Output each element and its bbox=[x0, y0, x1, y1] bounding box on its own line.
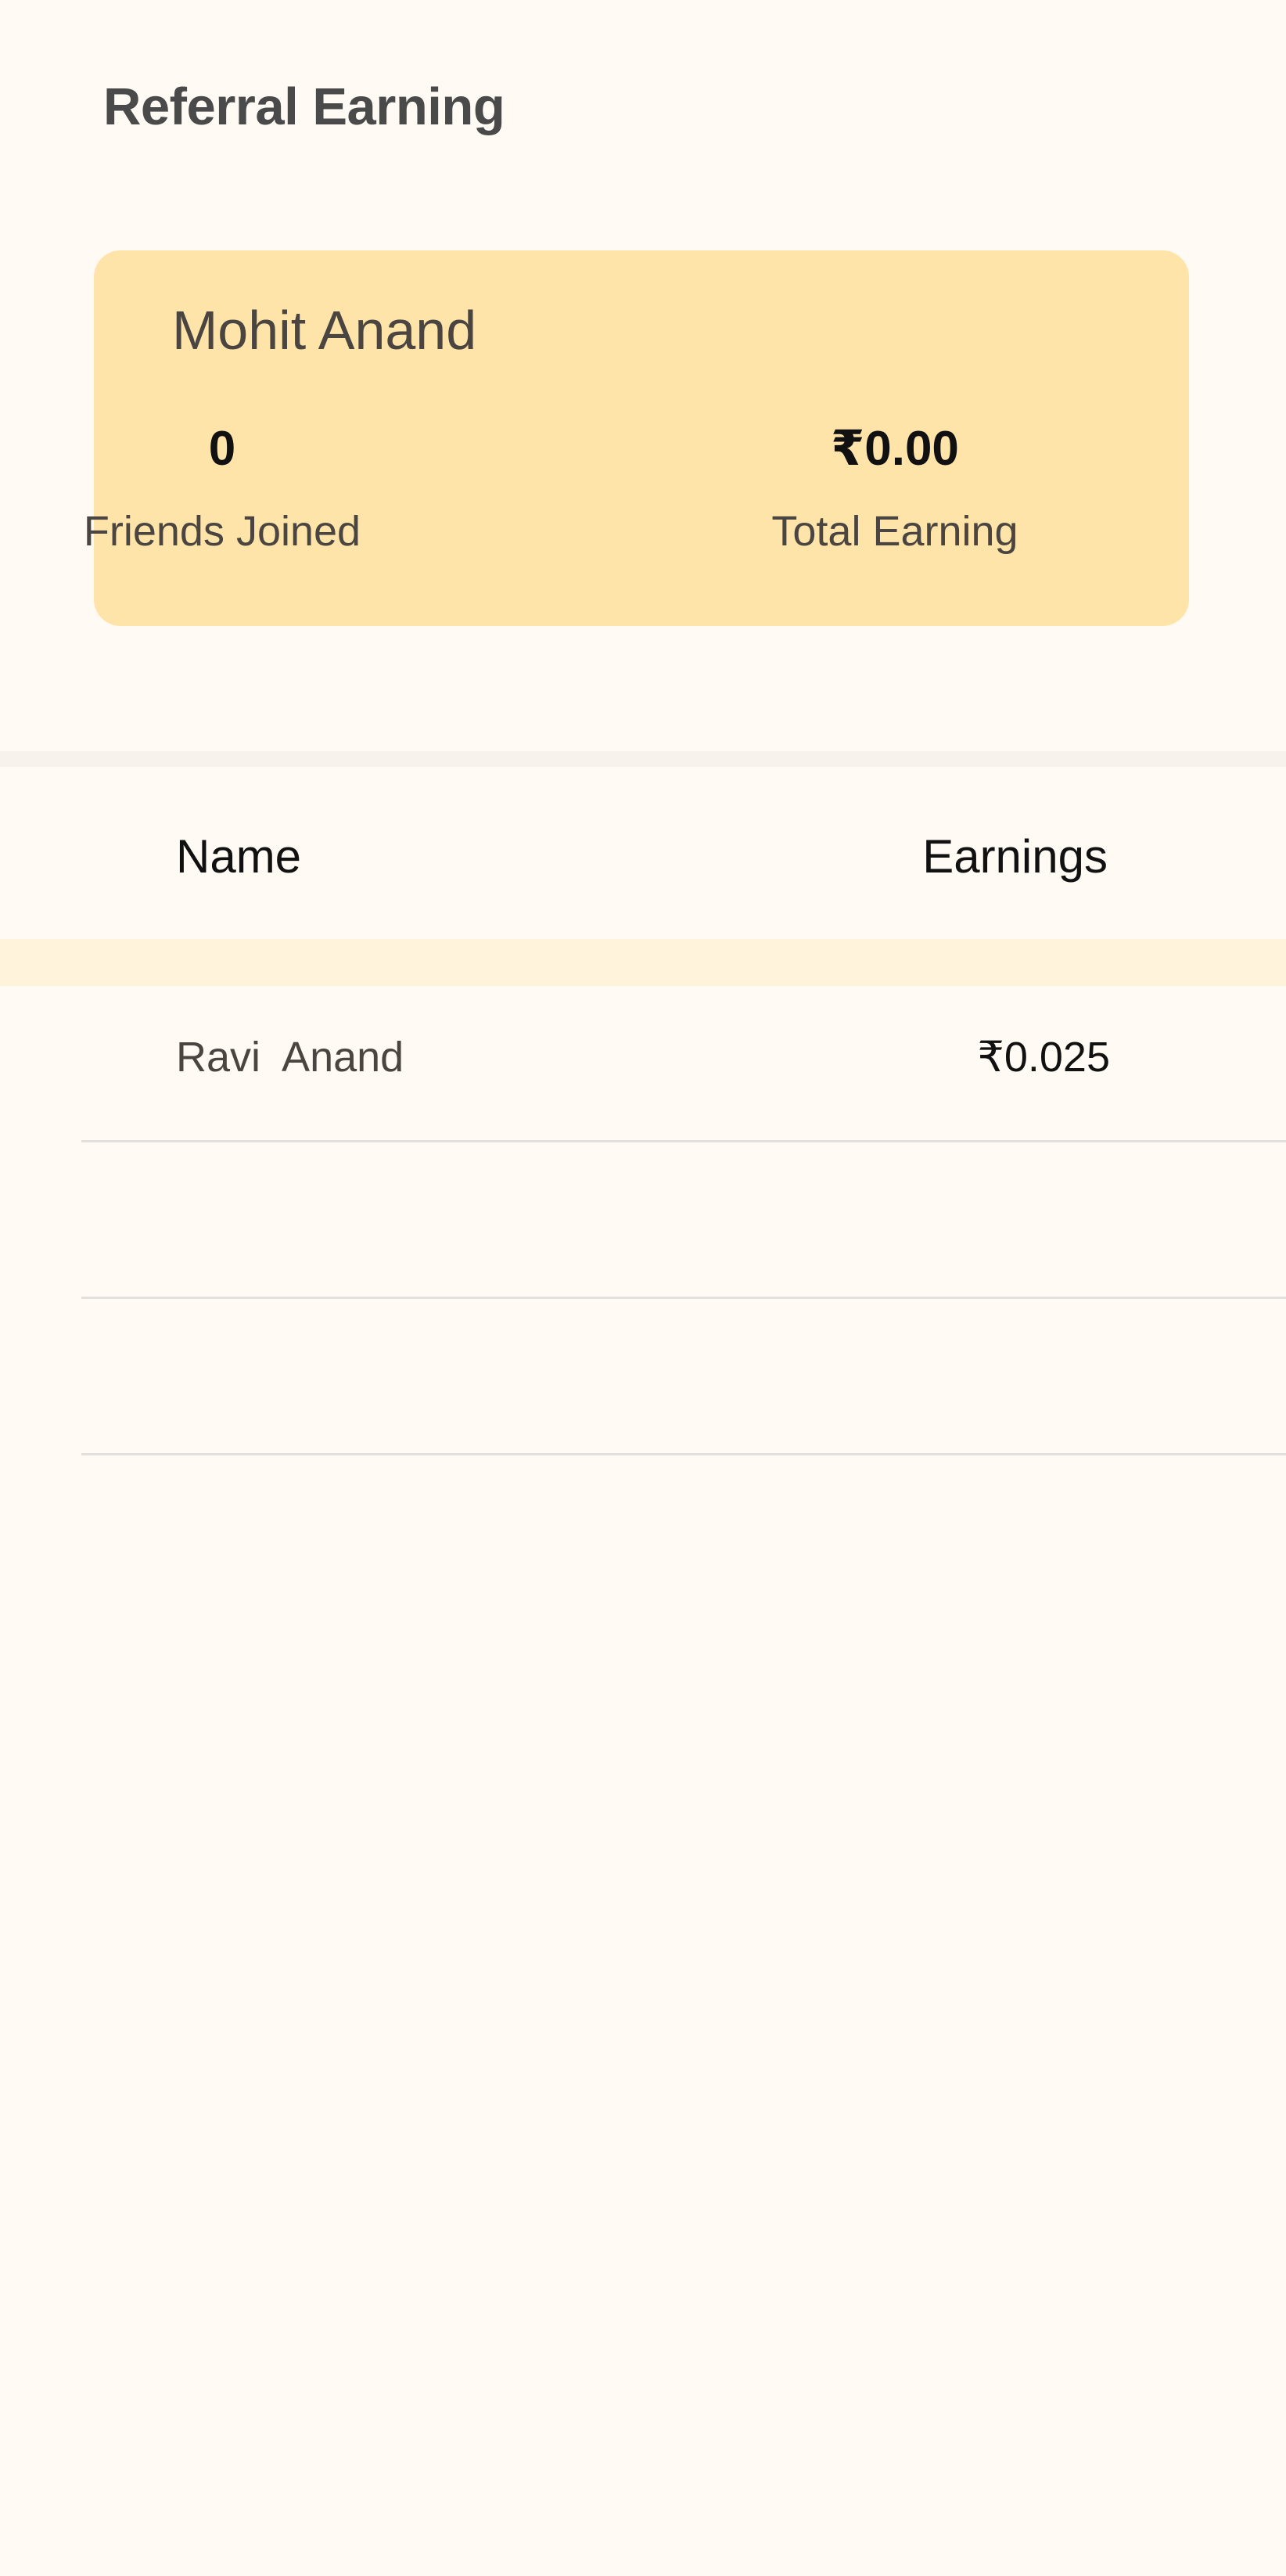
total-earning-value: ₹0.00 bbox=[831, 422, 959, 476]
table-header: Name Earnings bbox=[0, 767, 1286, 939]
table-row[interactable]: Ravi Anand ₹0.025 bbox=[81, 986, 1286, 1142]
table-header-band bbox=[0, 939, 1286, 986]
total-earning-label: Total Earning bbox=[771, 508, 1018, 556]
referral-earning: ₹0.025 bbox=[977, 1034, 1111, 1081]
table-row bbox=[81, 1142, 1286, 1299]
user-name: Mohit Anand bbox=[172, 300, 477, 361]
friends-joined-label: Friends Joined bbox=[83, 508, 361, 556]
friends-joined-value: 0 bbox=[208, 422, 236, 476]
section-divider bbox=[0, 751, 1286, 767]
referral-name: Ravi Anand bbox=[176, 1034, 404, 1081]
table-row bbox=[81, 1299, 1286, 1455]
page-title: Referral Earning bbox=[103, 77, 505, 136]
column-header-name: Name bbox=[176, 830, 302, 883]
referral-summary-card: Mohit Anand 0 Friends Joined ₹0.00 Total… bbox=[84, 250, 1189, 626]
column-header-earnings: Earnings bbox=[922, 830, 1108, 883]
referral-list: Ravi Anand ₹0.025 bbox=[0, 986, 1286, 1455]
friends-joined-stat: 0 Friends Joined bbox=[27, 422, 418, 556]
total-earning-stat: ₹0.00 Total Earning bbox=[699, 422, 1090, 556]
